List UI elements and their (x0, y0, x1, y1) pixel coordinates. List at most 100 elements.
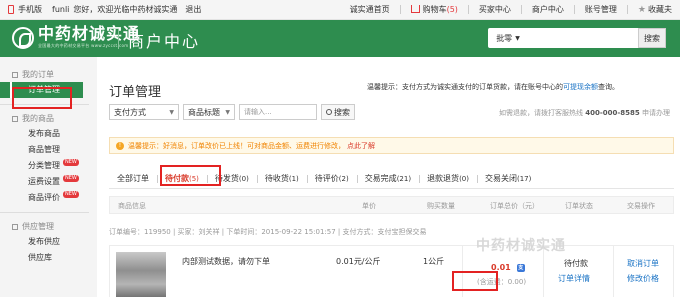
table-header: 商品信息 单价 购买数量 订单总价（元） 订单状态 交易操作 (109, 196, 674, 214)
welcome-text: 您好，欢迎光临中药材诚实通 (73, 5, 178, 14)
apply-link[interactable]: 申请办理 (642, 109, 670, 117)
header-search-button[interactable]: 搜索 (638, 28, 666, 48)
sidebar-group-supply: 供应管理 发布供应 供应库 (0, 219, 97, 266)
account-management-link[interactable]: 账号管理 (585, 4, 617, 15)
search-category-select[interactable]: 批零 ▼ (488, 28, 528, 48)
buyer-center-link[interactable]: 买家中心 (479, 4, 511, 15)
sidebar-item-publish-supply[interactable]: 发布供应 (12, 234, 97, 250)
tab-count: (0) (459, 174, 469, 183)
header-search: 批零 ▼ 搜索 (488, 28, 666, 48)
sidebar-item-label: 分类管理 (28, 161, 60, 170)
cart-icon (410, 5, 420, 13)
section-title: 商户中心 (128, 32, 201, 51)
sidebar-group-title-label: 我的订单 (22, 70, 54, 79)
star-icon: ★ (637, 5, 646, 15)
sidebar-group-products: 我的商品 发布商品 商品管理 分类管理 NEW 运费设置 NEW 商品评价 NEW (0, 111, 97, 206)
sidebar-item-product-reviews[interactable]: 商品评价 NEW (12, 190, 97, 206)
mobile-icon (8, 5, 14, 14)
favorites-label: 收藏夫 (648, 5, 672, 14)
filter-bar: 支付方式 ▼ 商品标题 ▼ 请输入... 搜索 (109, 104, 355, 120)
header-search-input[interactable] (528, 28, 638, 48)
tab-refunds[interactable]: 退款退货(0) (419, 169, 477, 189)
cancel-order-link[interactable]: 取消订单 (627, 258, 659, 269)
cart-label: 购物车 (422, 5, 447, 14)
keyword-input[interactable]: 请输入... (239, 104, 317, 120)
page-title: 订单管理 (109, 85, 162, 100)
cart-count: (5) (446, 5, 458, 14)
refund-hotline: 如需退款，请拨打客服热线 400-000-8585 申请办理 (499, 108, 670, 118)
tab-label: 待评价 (314, 173, 339, 183)
logo-text: 中药材诚实通 全国最大的中药材交易平台 www.zyccst.com (38, 26, 140, 49)
divider (467, 5, 469, 14)
sidebar-item-category-management[interactable]: 分类管理 NEW (12, 158, 97, 174)
sidebar-group-title: 我的商品 (12, 111, 97, 126)
tab-count: (21) (396, 174, 412, 183)
tab-completed[interactable]: 交易完成(21) (356, 169, 419, 189)
tab-closed[interactable]: 交易关闭(17) (476, 169, 539, 189)
tab-pending-receipt[interactable]: 待收货(1) (256, 169, 307, 189)
logo-icon (12, 26, 34, 49)
sidebar-divider (0, 212, 89, 213)
learn-more-link[interactable]: 点此了解 (347, 141, 375, 151)
search-icon (326, 109, 332, 115)
top-bar: 手机版 funli 您好，欢迎光临中药材诚实通 退出 诚实通首页 购物车(5) … (0, 0, 680, 20)
quantity: 1公斤 (423, 257, 445, 266)
sidebar-item-shipping-settings[interactable]: 运费设置 NEW (12, 174, 97, 190)
favorites-link[interactable]: ★ 收藏夫 (638, 4, 672, 15)
sidebar-group-title-label: 供应管理 (22, 222, 54, 231)
home-link[interactable]: 诚实通首页 (350, 4, 390, 15)
mobile-link[interactable]: 手机版 (18, 4, 42, 15)
modify-price-link[interactable]: 修改价格 (627, 273, 659, 284)
notice-banner: ! 温馨提示：好消息，订单改价已上线！可对商品金额、运费进行修改， 点此了解 (109, 137, 674, 154)
table-row: 内部测试数据，请勿下单 0.01元/公斤 1公斤 0.01 支 (含运费：0.00… (109, 245, 674, 297)
tab-pending-review[interactable]: 待评价(2) (306, 169, 357, 189)
pay-method-select[interactable]: 支付方式 ▼ (109, 104, 179, 120)
main-content: 订单管理 温馨提示：支付方式为诚实通支付的订单货款，请在账号中心的可提现余额查询… (97, 57, 680, 297)
new-badge: NEW (63, 159, 79, 166)
order-detail-link[interactable]: 订单详情 (558, 273, 590, 284)
column-header: 交易操作 (627, 202, 655, 210)
sidebar-item-publish-product[interactable]: 发布商品 (12, 126, 97, 142)
product-thumbnail[interactable] (116, 252, 166, 297)
filter-search-button[interactable]: 搜索 (321, 104, 355, 120)
sidebar-item-product-management[interactable]: 商品管理 (12, 142, 97, 158)
tab-count: (1) (288, 174, 299, 183)
filter-search-label: 搜索 (334, 107, 350, 117)
divider (399, 5, 401, 14)
column-header: 单价 (362, 202, 376, 210)
tab-label: 全部订单 (117, 173, 149, 183)
tab-label: 交易关闭 (484, 173, 517, 183)
product-title-select[interactable]: 商品标题 ▼ (183, 104, 235, 120)
cart-link[interactable]: 购物车(5) (410, 4, 458, 15)
highlight-box (452, 271, 498, 291)
tip-text: 温馨提示：支付方式为诚实通支付的订单货款，请在账号中心的可提现余额查询。 (367, 82, 619, 92)
merchant-center-link[interactable]: 商户中心 (532, 4, 564, 15)
site-watermark: 中药材诚实通 (476, 238, 566, 254)
withdrawable-balance-link[interactable]: 可提现余额 (563, 83, 598, 91)
sidebar-item-label: 商品评价 (28, 193, 60, 202)
product-icon (12, 115, 18, 122)
header: 中药材诚实通 全国最大的中药材交易平台 www.zyccst.com 商户中心 … (0, 20, 680, 57)
sidebar-item-supply-library[interactable]: 供应库 (12, 250, 97, 266)
highlight-box (12, 87, 72, 109)
divider (626, 5, 628, 14)
chevron-down-icon: ▼ (515, 34, 520, 42)
pay-method-label: 支付方式 (114, 107, 146, 117)
highlight-box (160, 165, 221, 186)
tab-count: (2) (338, 174, 349, 183)
supply-icon (12, 223, 18, 230)
search-category-label: 批零 (496, 33, 513, 43)
site-logo[interactable]: 中药材诚实通 全国最大的中药材交易平台 www.zyccst.com (12, 26, 140, 49)
tab-label: 退款退货 (427, 173, 460, 183)
sidebar-item-label: 运费设置 (28, 177, 60, 186)
product-title-label: 商品标题 (188, 107, 220, 117)
sidebar-group-title: 我的订单 (12, 67, 97, 82)
logout-link[interactable]: 退出 (185, 4, 201, 15)
hotline-number: 400-000-8585 (585, 109, 640, 117)
column-divider (613, 246, 614, 297)
tab-label: 待收货 (264, 173, 289, 183)
tab-all-orders[interactable]: 全部订单 (109, 169, 157, 189)
product-name-link[interactable]: 内部测试数据，请勿下单 (182, 256, 270, 267)
tip-suffix: 查询。 (598, 83, 619, 91)
order-meta: 订单编号：119950 | 买家：刘关祥 | 下单时间：2015-09-22 1… (109, 228, 427, 236)
